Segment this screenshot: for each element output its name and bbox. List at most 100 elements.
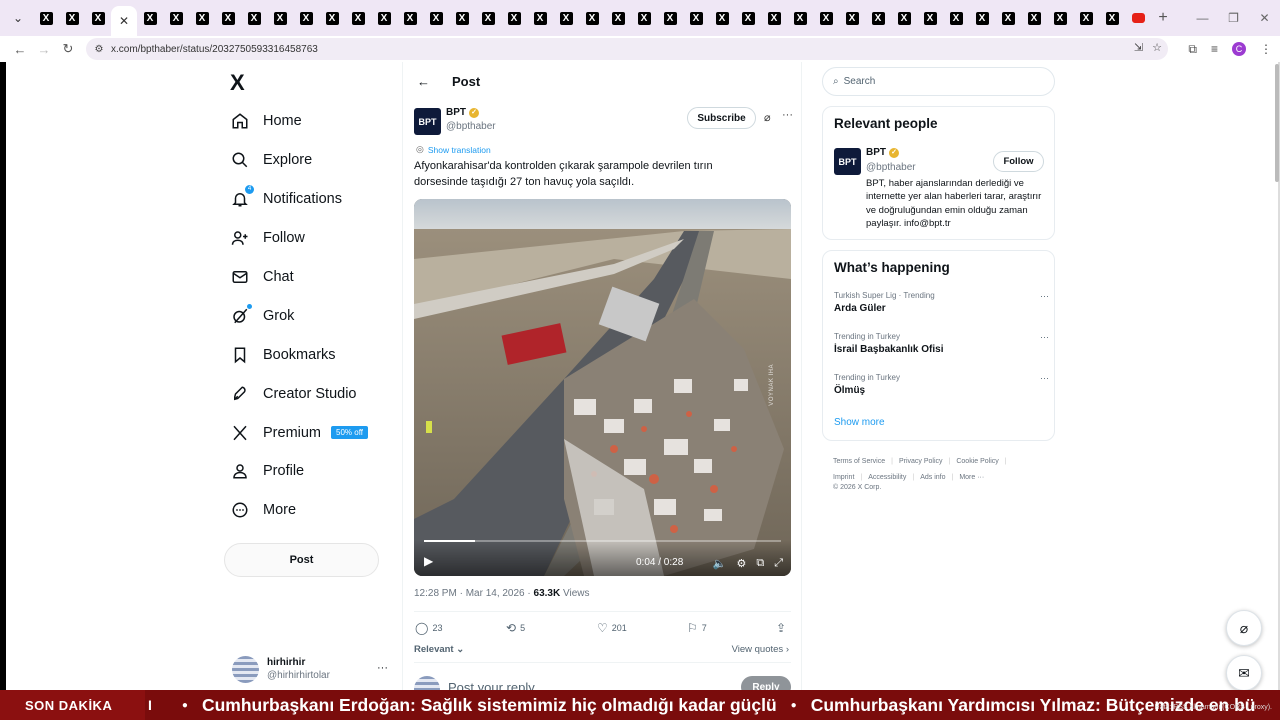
- sidebar-item-more[interactable]: More: [228, 491, 368, 530]
- reply-button[interactable]: Reply: [741, 676, 791, 690]
- grok-icon[interactable]: ⌀: [764, 111, 771, 124]
- browser-tab[interactable]: X: [137, 4, 163, 32]
- bookmark-star-icon[interactable]: ☆: [1152, 41, 1162, 54]
- sidebar-item-notifications[interactable]: 4 Notifications: [228, 180, 368, 219]
- browser-tab[interactable]: X: [943, 4, 969, 32]
- more-icon[interactable]: ···: [1040, 373, 1049, 383]
- sidebar-item-explore[interactable]: Explore: [228, 141, 368, 180]
- back-arrow-icon[interactable]: ←: [417, 74, 430, 89]
- browser-tab[interactable]: X: [891, 4, 917, 32]
- browser-tab[interactable]: X: [761, 4, 787, 32]
- video-progress-bar[interactable]: [424, 540, 781, 542]
- more-icon[interactable]: ···: [782, 109, 793, 121]
- browser-tab[interactable]: [1125, 4, 1151, 32]
- compose-post-button[interactable]: Post: [224, 543, 379, 577]
- browser-tab[interactable]: X: [1021, 4, 1047, 32]
- browser-tab[interactable]: X: [709, 4, 735, 32]
- browser-tab[interactable]: X: [839, 4, 865, 32]
- trend-item[interactable]: Trending in Turkey İsrail Başbakanlık Of…: [834, 332, 1049, 355]
- browser-tab[interactable]: X: [1073, 4, 1099, 32]
- show-translation-link[interactable]: ◎ Show translation: [416, 144, 491, 155]
- browser-tab[interactable]: X: [527, 4, 553, 32]
- like-action[interactable]: ♡ 201: [597, 621, 627, 635]
- browser-tab[interactable]: X: [59, 4, 85, 32]
- person-name-row[interactable]: BPT ✓: [866, 147, 899, 158]
- browser-tab[interactable]: X: [475, 4, 501, 32]
- back-icon[interactable]: ←: [8, 42, 32, 57]
- settings-icon[interactable]: ⚙: [736, 557, 746, 570]
- browser-tab[interactable]: X: [969, 4, 995, 32]
- browser-tab[interactable]: X: [735, 4, 761, 32]
- browser-tab[interactable]: X: [553, 4, 579, 32]
- browser-tab[interactable]: X: [1099, 4, 1125, 32]
- more-icon[interactable]: ···: [1040, 332, 1049, 342]
- footer-link[interactable]: Privacy Policy: [899, 458, 943, 465]
- repost-action[interactable]: ⟲ 5: [506, 621, 525, 635]
- footer-link[interactable]: More ···: [959, 474, 984, 481]
- browser-tab[interactable]: X: [813, 4, 839, 32]
- follow-button[interactable]: Follow: [993, 151, 1044, 172]
- browser-tab[interactable]: X: [189, 4, 215, 32]
- browser-tab[interactable]: X: [865, 4, 891, 32]
- sidebar-item-premium[interactable]: Premium 50% off: [228, 413, 368, 452]
- close-tab-icon[interactable]: ✕: [119, 14, 129, 28]
- avatar[interactable]: BPT: [834, 148, 861, 175]
- site-info-icon[interactable]: ⚙: [89, 44, 109, 55]
- sidebar-item-follow[interactable]: Follow: [228, 219, 368, 258]
- reply-input[interactable]: Post your reply: [448, 680, 535, 690]
- sidebar-item-grok[interactable]: Grok: [228, 296, 368, 335]
- messages-fab-button[interactable]: ✉: [1226, 655, 1262, 690]
- browser-tab-active[interactable]: ✕: [111, 6, 137, 36]
- trend-item[interactable]: Turkish Super Lig · Trending Arda Güler …: [834, 291, 1049, 314]
- browser-tab[interactable]: X: [605, 4, 631, 32]
- browser-tab[interactable]: X: [423, 4, 449, 32]
- browser-tab[interactable]: X: [1047, 4, 1073, 32]
- browser-tab[interactable]: X: [631, 4, 657, 32]
- grok-fab-button[interactable]: ⌀: [1226, 610, 1262, 646]
- browser-menu-icon[interactable]: ⋮: [1260, 42, 1272, 56]
- browser-tab[interactable]: X: [241, 4, 267, 32]
- browser-tab[interactable]: X: [579, 4, 605, 32]
- profile-avatar[interactable]: C: [1232, 42, 1246, 56]
- maximize-icon[interactable]: ❐: [1218, 11, 1249, 25]
- browser-tab[interactable]: X: [371, 4, 397, 32]
- post-datetime[interactable]: 12:28 PM · Mar 14, 2026 ·: [414, 588, 534, 599]
- x-logo[interactable]: X: [230, 70, 245, 96]
- new-tab-button[interactable]: +: [1151, 9, 1175, 27]
- close-window-icon[interactable]: ✕: [1249, 11, 1280, 25]
- trend-item[interactable]: Trending in Turkey Ölmüş ···: [834, 373, 1049, 396]
- browser-tab[interactable]: X: [345, 4, 371, 32]
- browser-tab[interactable]: X: [917, 4, 943, 32]
- sidebar-item-home[interactable]: Home: [228, 102, 368, 141]
- view-quotes-link[interactable]: View quotes ›: [732, 644, 789, 655]
- share-action[interactable]: ⇪: [776, 621, 790, 635]
- tab-search-button[interactable]: ⌄: [5, 5, 31, 31]
- fullscreen-icon[interactable]: ⤢: [774, 557, 783, 570]
- more-icon[interactable]: ···: [1040, 291, 1049, 301]
- bookmark-action[interactable]: ⚐ 7: [687, 621, 707, 635]
- scrollbar-thumb[interactable]: [1275, 64, 1279, 182]
- more-icon[interactable]: ···: [377, 662, 388, 674]
- show-more-link[interactable]: Show more: [834, 417, 885, 428]
- browser-tab[interactable]: X: [449, 4, 475, 32]
- reload-icon[interactable]: ↻: [56, 41, 80, 57]
- play-icon[interactable]: ▶: [424, 554, 433, 568]
- browser-tab[interactable]: X: [995, 4, 1021, 32]
- browser-tab[interactable]: X: [33, 4, 59, 32]
- browser-tab[interactable]: X: [85, 4, 111, 32]
- video-player[interactable]: VOYNAK İHA ▶ 0:04 / 0:28 🔈 ⚙ ⧉ ⤢: [414, 199, 791, 576]
- search-input[interactable]: ⌕ Search: [822, 67, 1055, 96]
- browser-tab[interactable]: X: [267, 4, 293, 32]
- pip-icon[interactable]: ⧉: [756, 557, 764, 570]
- browser-tab[interactable]: X: [163, 4, 189, 32]
- author-name-row[interactable]: BPT ✓: [446, 107, 479, 118]
- address-bar[interactable]: ⚙ x.com/bpthaber/status/2032750593316458…: [86, 38, 1168, 60]
- browser-tab[interactable]: X: [215, 4, 241, 32]
- browser-tab[interactable]: X: [397, 4, 423, 32]
- reply-sort-dropdown[interactable]: Relevant ⌄: [414, 644, 464, 655]
- sidebar-item-bookmarks[interactable]: Bookmarks: [228, 335, 368, 374]
- media-icon[interactable]: ≡: [1211, 42, 1218, 56]
- browser-tab[interactable]: X: [501, 4, 527, 32]
- subscribe-button[interactable]: Subscribe: [687, 107, 756, 129]
- sidebar-item-creator-studio[interactable]: Creator Studio: [228, 374, 368, 413]
